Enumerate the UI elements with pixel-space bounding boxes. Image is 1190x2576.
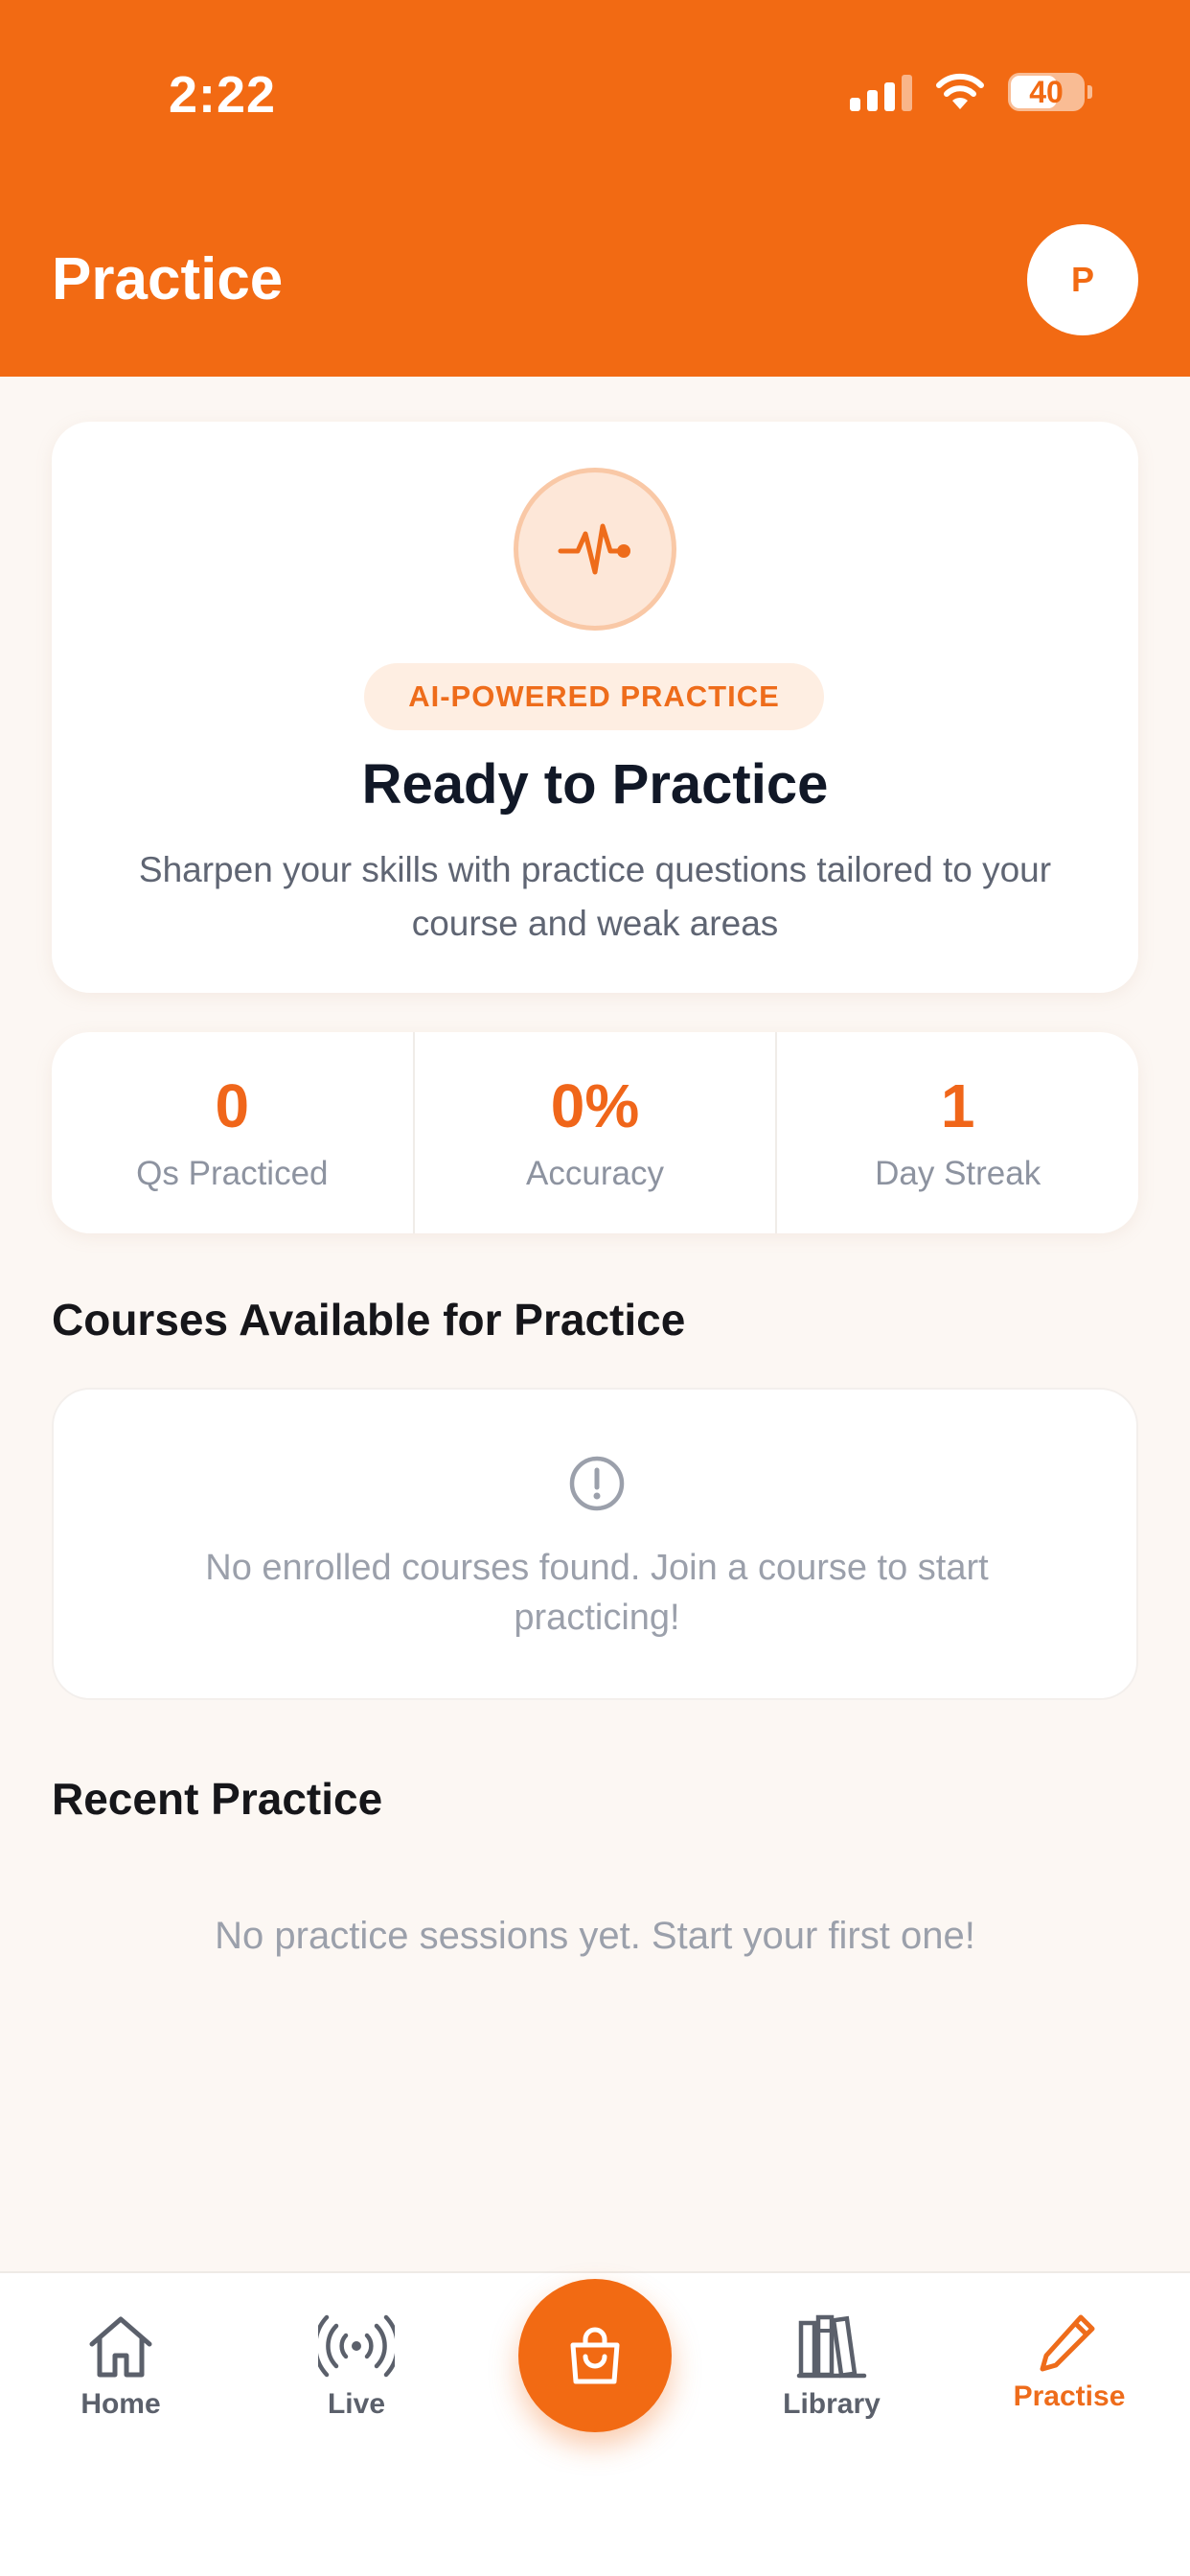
courses-empty-card: No enrolled courses found. Join a course… [52, 1388, 1138, 1700]
page-title: Practice [52, 246, 284, 312]
pulse-icon [514, 468, 676, 631]
stat-questions-practiced: 0 Qs Practiced [52, 1032, 413, 1233]
stat-value: 0% [550, 1071, 640, 1140]
stat-day-streak: 1 Day Streak [775, 1032, 1138, 1233]
courses-empty-message: No enrolled courses found. Join a course… [205, 1548, 989, 1638]
nav-label: Home [80, 2388, 161, 2420]
hero-title: Ready to Practice [361, 753, 829, 816]
avatar[interactable]: P [1027, 224, 1138, 335]
status-time: 2:22 [169, 66, 277, 124]
ai-powered-badge: AI-POWERED PRACTICE [364, 663, 824, 730]
pencil-icon [1040, 2314, 1095, 2372]
stat-label: Qs Practiced [136, 1155, 329, 1192]
battery-level: 40 [1029, 74, 1064, 109]
recent-empty-message: No practice sessions yet. Start your fir… [215, 1915, 975, 1957]
library-icon [796, 2314, 867, 2379]
nav-label: Live [327, 2388, 386, 2420]
stat-label: Accuracy [526, 1155, 664, 1192]
stat-accuracy: 0% Accuracy [412, 1032, 776, 1233]
shop-button[interactable] [518, 2279, 672, 2432]
signal-icon [850, 73, 912, 111]
stats-card: 0 Qs Practiced 0% Accuracy 1 Day Streak [52, 1032, 1138, 1233]
courses-section-title: Courses Available for Practice [52, 1295, 686, 1345]
nav-label: Library [783, 2388, 881, 2420]
hero-card: AI-POWERED PRACTICE Ready to Practice Sh… [52, 422, 1138, 993]
nav-live[interactable]: Live [270, 2312, 443, 2421]
nav-library[interactable]: Library [745, 2312, 918, 2421]
nav-practise[interactable]: Practise [983, 2312, 1156, 2413]
app-header: 2:22 40 Practice P [0, 0, 1190, 377]
home-icon [89, 2316, 152, 2378]
stat-value: 0 [215, 1071, 250, 1140]
bottom-nav: Home Live Library Practise [0, 2271, 1190, 2576]
nav-home[interactable]: Home [34, 2312, 207, 2421]
stat-label: Day Streak [875, 1155, 1041, 1192]
recent-section-title: Recent Practice [52, 1774, 383, 1824]
nav-label: Practise [1013, 2380, 1126, 2412]
shopping-bag-icon [570, 2327, 620, 2384]
hero-subtitle: Sharpen your skills with practice questi… [138, 850, 1052, 943]
battery-icon: 40 [1008, 73, 1092, 111]
alert-circle-icon [568, 1455, 626, 1517]
broadcast-icon [318, 2314, 395, 2378]
wifi-icon [935, 73, 985, 111]
status-icons: 40 [850, 73, 1092, 111]
stat-value: 1 [940, 1071, 975, 1140]
